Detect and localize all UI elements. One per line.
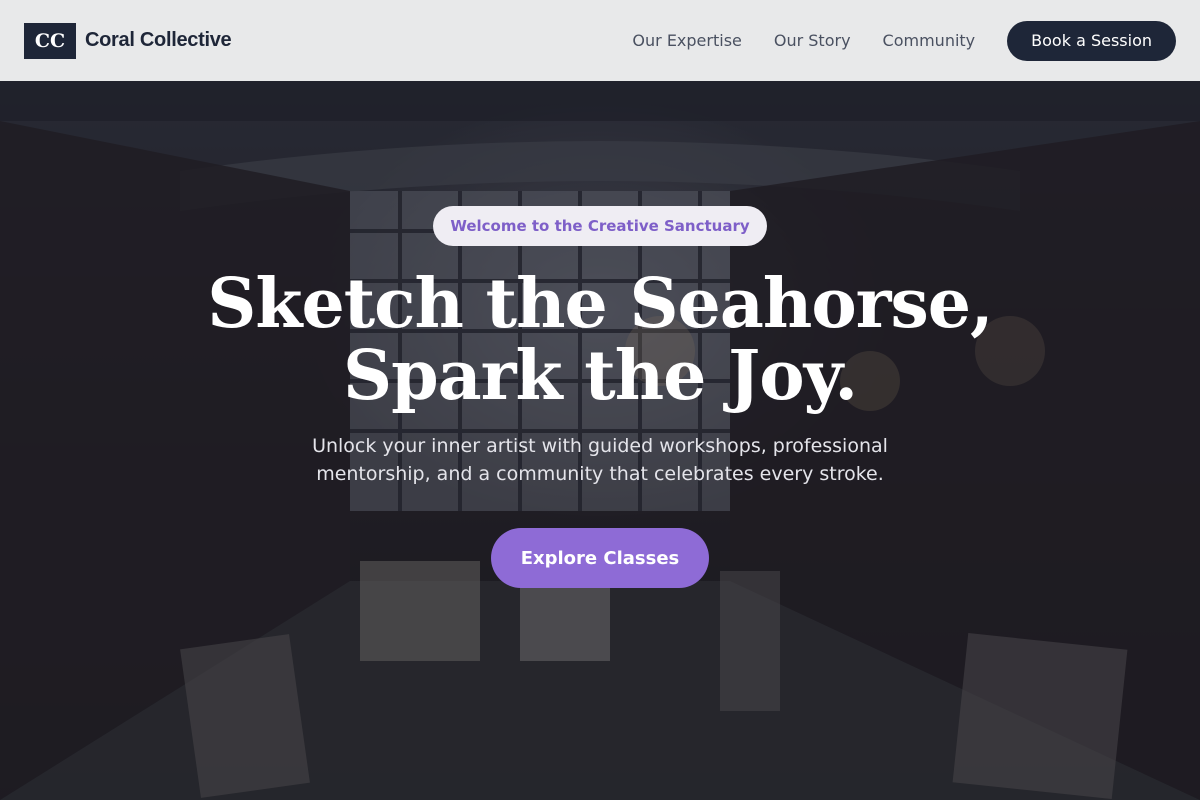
hero-headline: Sketch the Seahorse, Spark the Joy. (207, 268, 993, 412)
headline-line-1: Sketch the Seahorse, (207, 264, 993, 344)
site-header: CC Coral Collective Our Expertise Our St… (0, 0, 1200, 81)
nav-link-community[interactable]: Community (883, 31, 976, 50)
brand[interactable]: CC Coral Collective (24, 22, 232, 59)
main-nav: Our Expertise Our Story Community Book a… (632, 20, 1176, 61)
logo-mark[interactable]: CC (24, 22, 76, 59)
hero-content: Welcome to the Creative Sanctuary Sketch… (0, 81, 1200, 588)
book-session-button[interactable]: Book a Session (1007, 20, 1176, 61)
nav-link-our-expertise[interactable]: Our Expertise (632, 31, 741, 50)
hero-subcopy: Unlock your inner artist with guided wor… (312, 435, 888, 485)
brand-name[interactable]: Coral Collective (85, 29, 232, 52)
nav-link-our-story[interactable]: Our Story (774, 31, 851, 50)
explore-classes-button[interactable]: Explore Classes (491, 528, 709, 588)
welcome-badge: Welcome to the Creative Sanctuary (433, 206, 767, 246)
hero-section: Welcome to the Creative Sanctuary Sketch… (0, 81, 1200, 800)
headline-line-2: Spark the Joy. (342, 336, 858, 416)
